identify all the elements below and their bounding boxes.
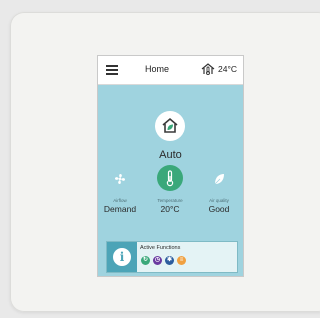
mode-label: Auto bbox=[159, 149, 182, 161]
fan-icon[interactable] bbox=[113, 172, 127, 186]
airflow-value: Demand bbox=[103, 204, 137, 214]
room-temperature: 24°C bbox=[218, 64, 237, 74]
frost-function-icon: ✱ bbox=[165, 256, 174, 265]
air-quality-value: Good bbox=[208, 204, 230, 214]
timer-function-icon: ◷ bbox=[153, 256, 162, 265]
house-thermometer-icon bbox=[201, 63, 215, 75]
active-functions-title: Active Functions bbox=[140, 245, 181, 251]
eco-function-icon: ↻ bbox=[141, 256, 150, 265]
temperature-value: 20°C bbox=[160, 204, 180, 214]
info-icon[interactable]: i bbox=[113, 248, 131, 266]
device-screen: Home 24°C Auto Airflow Temperature Air q… bbox=[98, 56, 243, 276]
top-bar: Home 24°C bbox=[98, 56, 243, 85]
page-title: Home bbox=[145, 64, 170, 74]
active-functions-card[interactable]: i Active Functions ↻ ◷ ✱ ≡ bbox=[106, 241, 238, 273]
mode-button[interactable] bbox=[155, 111, 185, 141]
temperature-caption: Temperature bbox=[157, 198, 183, 203]
thermometer-icon bbox=[166, 170, 174, 187]
air-quality-caption: Air quality bbox=[209, 198, 229, 203]
filter-function-icon: ≡ bbox=[177, 256, 186, 265]
airflow-caption: Airflow bbox=[113, 198, 127, 203]
temperature-button[interactable] bbox=[157, 165, 183, 191]
hamburger-icon[interactable] bbox=[106, 65, 118, 75]
house-leaf-icon bbox=[162, 117, 178, 133]
leaf-icon[interactable] bbox=[212, 172, 226, 186]
info-panel: i bbox=[107, 242, 137, 272]
